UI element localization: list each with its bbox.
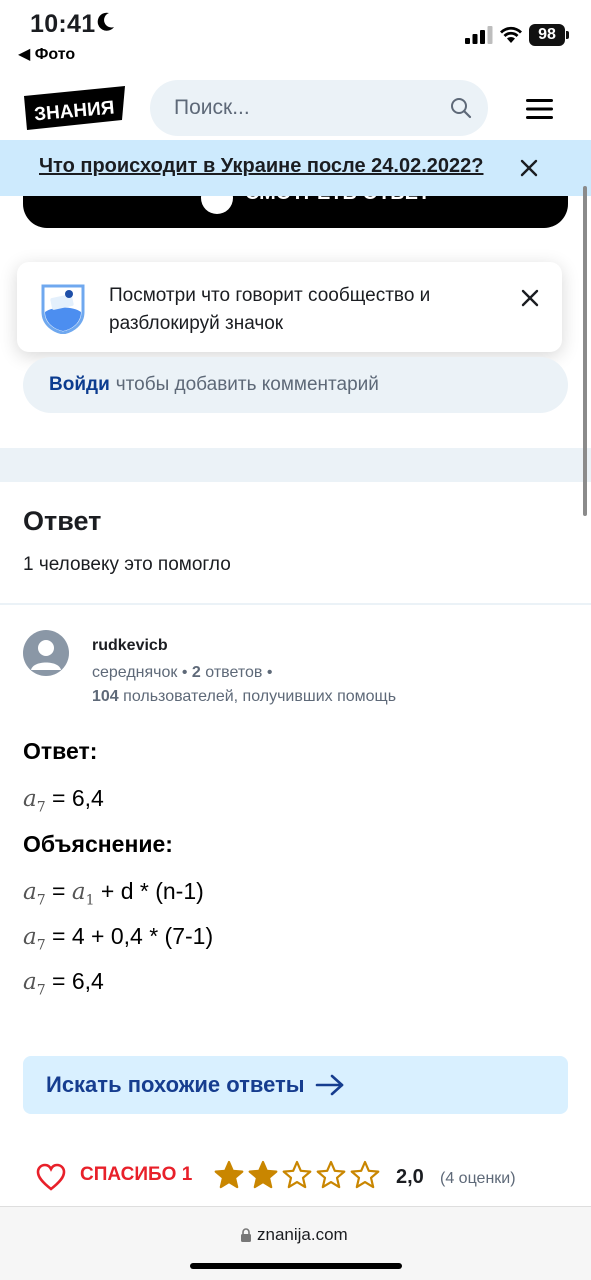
math-var: a7 bbox=[23, 924, 46, 954]
status-time: 10:41 bbox=[30, 10, 96, 38]
author-rank-line: середнячок • 2 ответов • bbox=[92, 664, 272, 682]
scrollbar[interactable] bbox=[583, 186, 587, 516]
search-similar-answers-button[interactable]: Искать похожие ответы bbox=[23, 1056, 568, 1114]
math-var: a7 bbox=[23, 786, 46, 816]
comment-input[interactable]: Войди чтобы добавить комментарий bbox=[23, 357, 568, 413]
thanks-label: СПАСИБО bbox=[80, 1164, 177, 1185]
see-answer-label: СМОТРЕТЬ ОТВЕТ bbox=[245, 196, 430, 205]
answer-heading: Ответ bbox=[23, 506, 102, 536]
star-empty-icon[interactable] bbox=[350, 1160, 380, 1190]
author-helped-line: 104 пользователей, получивших помощь bbox=[92, 688, 396, 706]
answer-separator bbox=[0, 603, 591, 605]
tooltip-text: Посмотри что говорит сообщество и разбло… bbox=[109, 285, 431, 334]
search-input[interactable]: Поиск... bbox=[150, 80, 488, 136]
helped-count-text: 1 человеку это помогло bbox=[23, 554, 231, 575]
ukraine-banner-link[interactable]: Что происходит в Украине после 24.02.202… bbox=[39, 155, 483, 178]
math-var: a7 bbox=[23, 879, 46, 909]
math-var: a7 bbox=[23, 969, 46, 999]
explanation-label: Объяснение: bbox=[23, 831, 173, 857]
hamburger-menu-icon[interactable] bbox=[526, 98, 553, 120]
heart-icon[interactable] bbox=[36, 1163, 66, 1191]
znaniya-logo[interactable]: ЗНАНИЯ bbox=[24, 86, 125, 130]
banner-close-icon[interactable] bbox=[519, 158, 539, 178]
answer-label: Ответ: bbox=[23, 738, 98, 764]
search-placeholder: Поиск... bbox=[174, 96, 250, 119]
rating-stars[interactable] bbox=[214, 1160, 380, 1190]
thanks-button[interactable]: СПАСИБО 1 bbox=[80, 1164, 192, 1186]
arrow-right-icon bbox=[315, 1074, 343, 1096]
star-empty-icon[interactable] bbox=[316, 1160, 346, 1190]
home-indicator[interactable] bbox=[190, 1263, 402, 1269]
author-name[interactable]: rudkevicb bbox=[92, 637, 168, 655]
answer-line-2: a7 = a1 + d * (n-1) bbox=[23, 878, 204, 909]
author-helped-count: 104 bbox=[92, 688, 119, 705]
signal-icon bbox=[465, 26, 493, 44]
see-answer-button[interactable]: СМОТРЕТЬ ОТВЕТ bbox=[23, 196, 568, 228]
section-divider bbox=[0, 448, 591, 482]
answer-line-1: a7 = 6,4 bbox=[23, 785, 104, 816]
comment-placeholder: чтобы добавить комментарий bbox=[115, 374, 379, 395]
moon-icon bbox=[97, 12, 114, 31]
author-rank: середнячок bbox=[92, 664, 178, 681]
thanks-count: 1 bbox=[181, 1164, 193, 1185]
meta-dot: • bbox=[181, 664, 192, 681]
answer-line-4: a7 = 6,4 bbox=[23, 968, 104, 999]
answer-line-3: a7 = 4 + 0,4 * (7-1) bbox=[23, 923, 214, 954]
tooltip-close-icon[interactable] bbox=[520, 288, 540, 308]
meta-dot: • bbox=[266, 664, 273, 681]
battery-indicator: 98 bbox=[529, 24, 565, 46]
back-to-photos-link[interactable]: ◀ Фото bbox=[18, 44, 75, 64]
login-link[interactable]: Войди bbox=[49, 374, 110, 396]
wifi-icon bbox=[500, 26, 522, 43]
community-tooltip-card: Посмотри что говорит сообщество и разбло… bbox=[17, 262, 562, 352]
battery-tip bbox=[566, 31, 569, 39]
user-silhouette-icon bbox=[31, 640, 61, 670]
star-filled-icon[interactable] bbox=[214, 1160, 244, 1190]
author-helped-label: пользователей, получивших помощь bbox=[123, 688, 397, 705]
rating-value: 2,0 bbox=[396, 1166, 424, 1188]
see-answer-badge bbox=[201, 196, 233, 214]
browser-address-bar[interactable]: znanija.com bbox=[0, 1206, 591, 1280]
shield-badge-icon bbox=[41, 284, 85, 334]
star-empty-icon[interactable] bbox=[282, 1160, 312, 1190]
author-answers-label: ответов bbox=[205, 664, 263, 681]
rating-count: (4 оценки) bbox=[440, 1170, 516, 1187]
similar-answers-label: Искать похожие ответы bbox=[46, 1072, 305, 1097]
search-icon[interactable] bbox=[450, 97, 472, 119]
author-answers-count: 2 bbox=[191, 664, 201, 681]
avatar[interactable] bbox=[23, 630, 69, 676]
star-filled-icon[interactable] bbox=[248, 1160, 278, 1190]
math-var: a1 bbox=[71, 879, 95, 909]
lock-icon bbox=[241, 1228, 251, 1242]
url-text[interactable]: znanija.com bbox=[257, 1225, 348, 1245]
ukraine-info-banner: Что происходит в Украине после 24.02.202… bbox=[0, 140, 591, 196]
